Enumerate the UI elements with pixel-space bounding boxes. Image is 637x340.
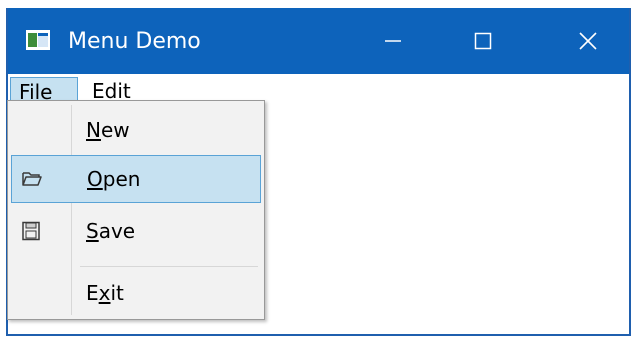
menu-item-save[interactable]: Save [8,207,264,255]
menu-item-save-label: Save [86,217,135,245]
maximize-icon [474,32,492,50]
menu-item-save-mnemonic: S [86,219,99,243]
window-title: Menu Demo [68,29,201,54]
menu-item-exit-label: Exit [86,279,124,307]
title-bar[interactable]: Menu Demo [8,8,629,74]
close-button[interactable] [548,8,628,74]
file-menu-dropdown: New Open Save Exit [7,100,265,320]
menu-item-exit-mnemonic: x [98,281,111,305]
floppy-disk-icon [20,221,42,241]
menu-item-open-label: Open [87,165,140,193]
close-icon [579,32,597,50]
menu-item-exit-rest: it [110,281,124,305]
menu-item-exit[interactable]: Exit [8,269,264,317]
menu-item-open-rest: pen [102,167,141,191]
window-app-icon [26,30,50,50]
menu-item-new-label: New [86,116,130,144]
menu-item-new-mnemonic: N [86,118,101,142]
menu-item-new-rest: ew [100,118,130,142]
menu-item-new[interactable]: New [8,106,264,154]
minimize-icon [385,40,401,42]
menu-item-exit-pre: E [86,281,99,305]
menu-item-open[interactable]: Open [11,155,261,203]
menu-separator [80,266,258,267]
maximize-button[interactable] [443,8,523,74]
minimize-button[interactable] [353,8,433,74]
folder-open-icon [21,169,43,189]
menu-item-open-mnemonic: O [87,167,103,191]
menu-item-save-rest: ave [98,219,136,243]
